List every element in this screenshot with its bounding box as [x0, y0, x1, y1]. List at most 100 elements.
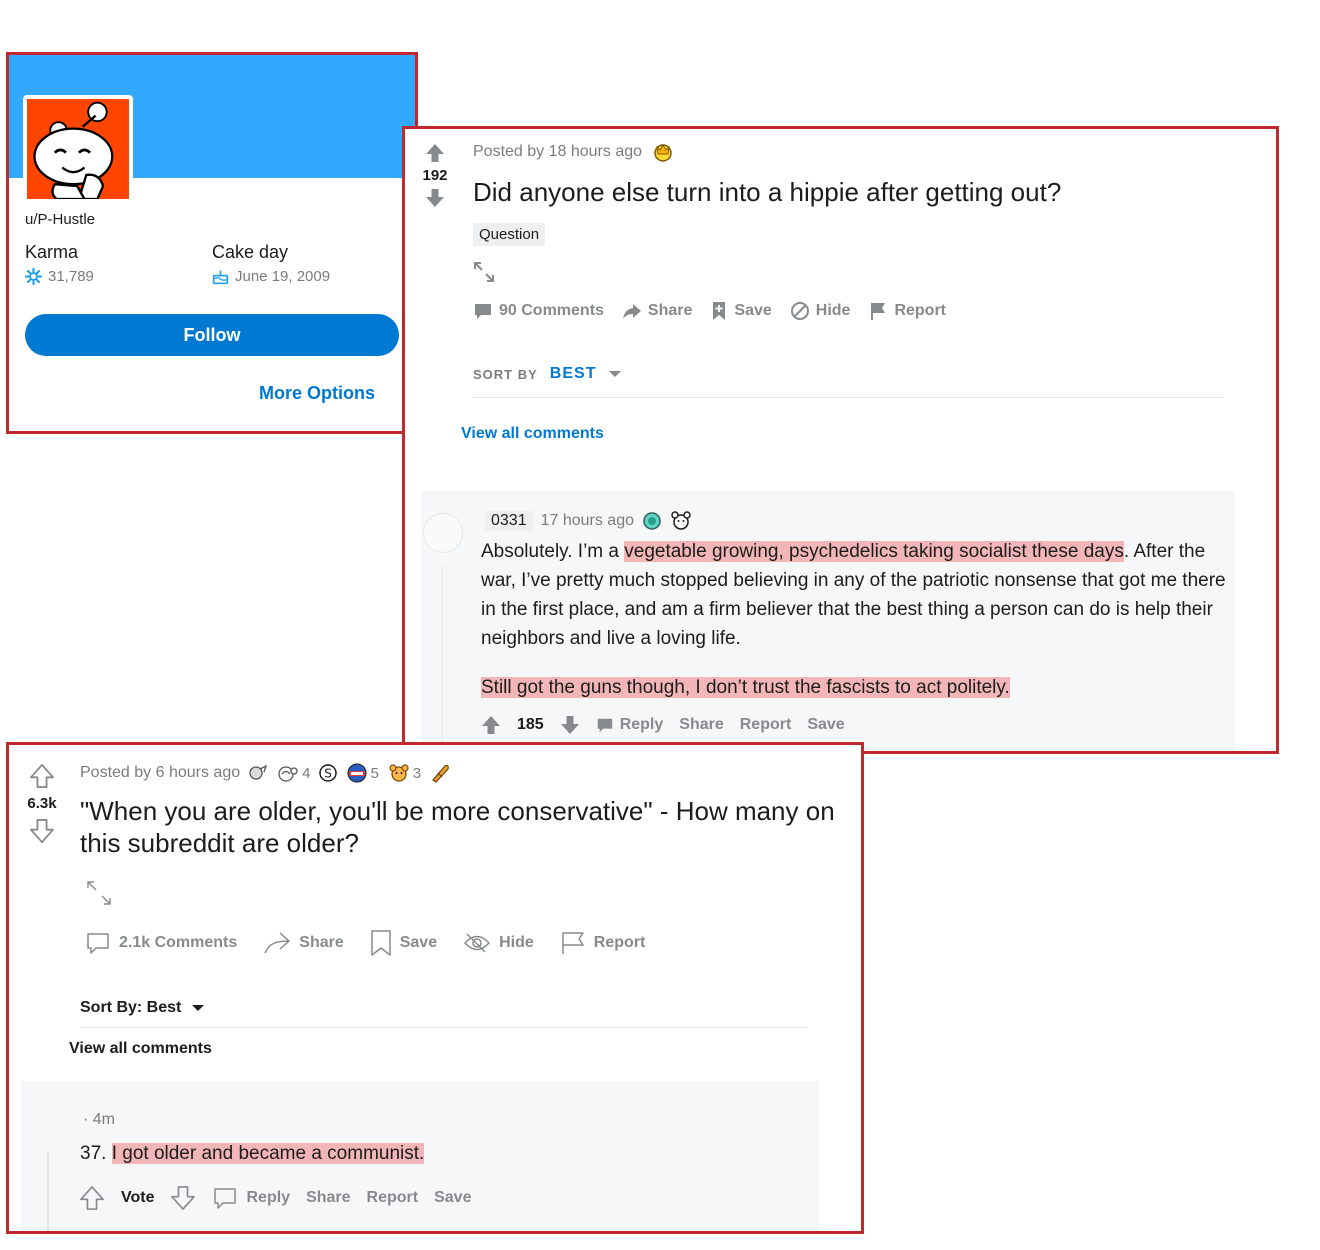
posted-by-text: Posted by 6 hours ago — [80, 764, 241, 781]
post-score: 192 — [422, 167, 448, 184]
downvote-icon[interactable] — [29, 818, 55, 844]
share-icon — [622, 304, 641, 319]
report-button[interactable]: Report — [740, 716, 792, 734]
sort-by-label: SORT BY — [473, 366, 538, 382]
comments-button[interactable]: 90 Comments — [473, 301, 604, 321]
comments-button[interactable]: 2.1k Comments — [85, 930, 237, 956]
award-icon — [249, 764, 268, 780]
award[interactable]: 4 — [276, 763, 310, 783]
award-icon: S — [319, 764, 338, 782]
award[interactable]: 3 — [387, 763, 421, 783]
comments-label: 90 Comments — [499, 302, 604, 319]
thread-line[interactable] — [47, 1151, 49, 1231]
bookmark-icon — [713, 302, 726, 320]
award[interactable] — [248, 763, 268, 783]
award-icon — [432, 764, 449, 783]
save-button[interactable]: Save — [710, 301, 772, 321]
award-count: 3 — [412, 764, 422, 782]
post-title[interactable]: Did anyone else turn into a hippie after… — [473, 177, 1061, 208]
cake-day-label: Cake day — [212, 242, 289, 262]
hippie-post: 192 Posted by 18 hours ago Did anyone el… — [402, 126, 1279, 754]
comment-icon — [87, 933, 109, 954]
vote-label: Vote — [121, 1189, 155, 1206]
cake-day-value: June 19, 2009 — [235, 268, 331, 285]
upvote-icon[interactable] — [425, 143, 445, 163]
report-button[interactable]: Report — [367, 1189, 419, 1207]
award-icon[interactable] — [642, 511, 662, 531]
highlighted-text: vegetable growing, psychedelics taking s… — [624, 541, 1124, 562]
karma-label: Karma — [25, 242, 79, 262]
comment-username[interactable]: 0331 — [485, 511, 533, 531]
award[interactable]: 5 — [346, 762, 379, 784]
karma-value: 31,789 — [48, 268, 94, 285]
award[interactable]: S — [318, 763, 338, 783]
award-icon[interactable] — [652, 141, 674, 163]
share-button[interactable]: Share — [263, 930, 344, 956]
avatar[interactable] — [23, 95, 133, 203]
post-actions: 2.1k Comments Share Save Hide Report — [85, 929, 645, 957]
view-all-comments-link[interactable]: View all comments — [69, 1040, 212, 1058]
profile-username[interactable]: u/P-Hustle — [25, 211, 95, 228]
view-all-comments-link[interactable]: View all comments — [461, 425, 604, 443]
comment-icon — [214, 1188, 237, 1209]
share-label: Share — [647, 302, 693, 319]
chevron-down-icon — [192, 1005, 205, 1011]
downvote-icon[interactable] — [170, 1185, 196, 1211]
comment-body-paragraph: Still got the guns though, I don’t trust… — [475, 673, 1010, 702]
reply-button[interactable]: Reply — [212, 1185, 290, 1211]
reply-button[interactable]: Reply — [596, 716, 664, 734]
downvote-icon[interactable] — [560, 715, 580, 735]
share-button[interactable]: Share — [679, 716, 723, 734]
reply-label: Reply — [619, 716, 664, 733]
follow-button[interactable]: Follow — [25, 314, 399, 356]
highlighted-text: I got older and became a communist. — [111, 1143, 425, 1164]
reply-label: Reply — [246, 1189, 291, 1206]
report-button[interactable]: Report — [868, 301, 946, 321]
comment-actions: 185 Reply Share Report Save — [481, 715, 845, 735]
comment-avatar[interactable] — [423, 513, 463, 553]
share-button[interactable]: Share — [622, 301, 692, 321]
save-button[interactable]: Save — [434, 1189, 471, 1207]
vote-column: 6.3k — [19, 763, 65, 844]
post-score: 6.3k — [27, 795, 57, 812]
upvote-icon[interactable] — [481, 715, 501, 735]
upvote-icon[interactable] — [79, 1185, 105, 1211]
save-button[interactable]: Save — [370, 929, 437, 957]
hide-icon — [790, 302, 809, 320]
sort-by-value: BEST — [549, 365, 597, 382]
hide-button[interactable]: Hide — [790, 301, 850, 321]
report-label: Report — [894, 302, 946, 319]
share-icon — [264, 932, 291, 954]
svg-text:S: S — [325, 767, 333, 781]
hide-label: Hide — [499, 934, 534, 951]
report-button[interactable]: Report — [560, 930, 645, 956]
comment-meta: 0331 17 hours ago — [485, 511, 692, 531]
hide-icon — [464, 933, 491, 953]
sort-by-dropdown[interactable]: SORT BY BEST — [473, 365, 622, 383]
comment-body: 37. I got older and became a communist. — [80, 1143, 425, 1165]
save-button[interactable]: Save — [807, 716, 844, 734]
downvote-icon[interactable] — [425, 188, 445, 208]
hide-button[interactable]: Hide — [463, 932, 534, 954]
award-icon — [278, 766, 298, 782]
post-title[interactable]: "When you are older, you'll be more cons… — [80, 795, 850, 859]
save-label: Save — [734, 302, 772, 319]
more-options-button[interactable]: More Options — [259, 383, 375, 404]
sort-by-label: Sort By: Best — [80, 999, 182, 1016]
flag-icon — [871, 303, 886, 320]
award-icon — [347, 763, 367, 783]
comment-icon — [475, 304, 491, 319]
upvote-icon[interactable] — [29, 763, 55, 789]
expand-icon[interactable] — [85, 879, 113, 907]
flag-icon — [562, 932, 584, 954]
sort-by-dropdown[interactable]: Sort By: Best — [80, 999, 205, 1017]
expand-icon[interactable] — [473, 261, 495, 283]
thread-line[interactable] — [441, 565, 443, 751]
post-flair[interactable]: Question — [473, 223, 546, 246]
award-icon[interactable] — [670, 511, 692, 531]
chevron-down-icon — [609, 371, 622, 377]
comment: 0331 17 hours ago Absolutely. I’m a vege… — [421, 491, 1235, 751]
share-button[interactable]: Share — [306, 1189, 350, 1207]
post-meta: Posted by 6 hours ago 4 S 5 3 — [80, 762, 451, 784]
award[interactable] — [429, 762, 451, 784]
